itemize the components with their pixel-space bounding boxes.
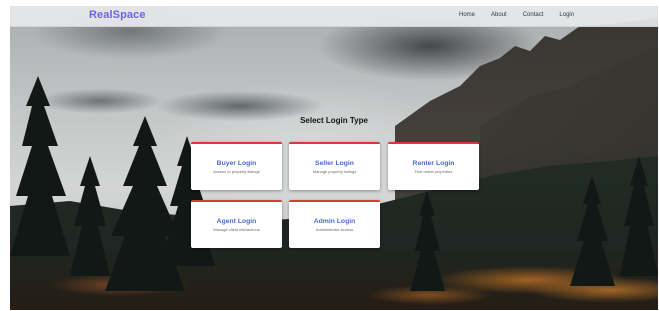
nav-link-contact[interactable]: Contact xyxy=(523,12,544,18)
nav-link-about[interactable]: About xyxy=(491,12,507,18)
buyer-login-card[interactable]: Buyer Login Access to property listings xyxy=(191,142,282,190)
nav-links: Home About Contact Login xyxy=(459,12,590,18)
card-title: Admin Login xyxy=(313,218,356,225)
card-description: Manage property listings xyxy=(312,169,357,174)
nav-link-login[interactable]: Login xyxy=(559,12,574,18)
card-description: Administrator Access xyxy=(315,227,354,232)
admin-login-card[interactable]: Admin Login Administrator Access xyxy=(289,200,380,248)
seller-login-card[interactable]: Seller Login Manage property listings xyxy=(289,142,380,190)
navbar: RealSpace Home About Contact Login xyxy=(10,6,658,27)
brand-logo[interactable]: RealSpace xyxy=(89,9,146,21)
card-title: Seller Login xyxy=(315,160,354,167)
card-description: Find rental properties xyxy=(414,169,453,174)
app-window: RealSpace Home About Contact Login Selec… xyxy=(10,6,658,310)
nav-link-home[interactable]: Home xyxy=(459,12,475,18)
card-title: Agent Login xyxy=(216,218,257,225)
page-title: Select Login Type xyxy=(300,116,368,125)
card-description: Manage client interactions xyxy=(213,227,260,232)
card-description: Access to property listings xyxy=(213,169,260,174)
card-title: Buyer Login xyxy=(216,160,257,167)
renter-login-card[interactable]: Renter Login Find rental properties xyxy=(388,142,479,190)
card-title: Renter Login xyxy=(412,160,455,167)
agent-login-card[interactable]: Agent Login Manage client interactions xyxy=(191,200,282,248)
